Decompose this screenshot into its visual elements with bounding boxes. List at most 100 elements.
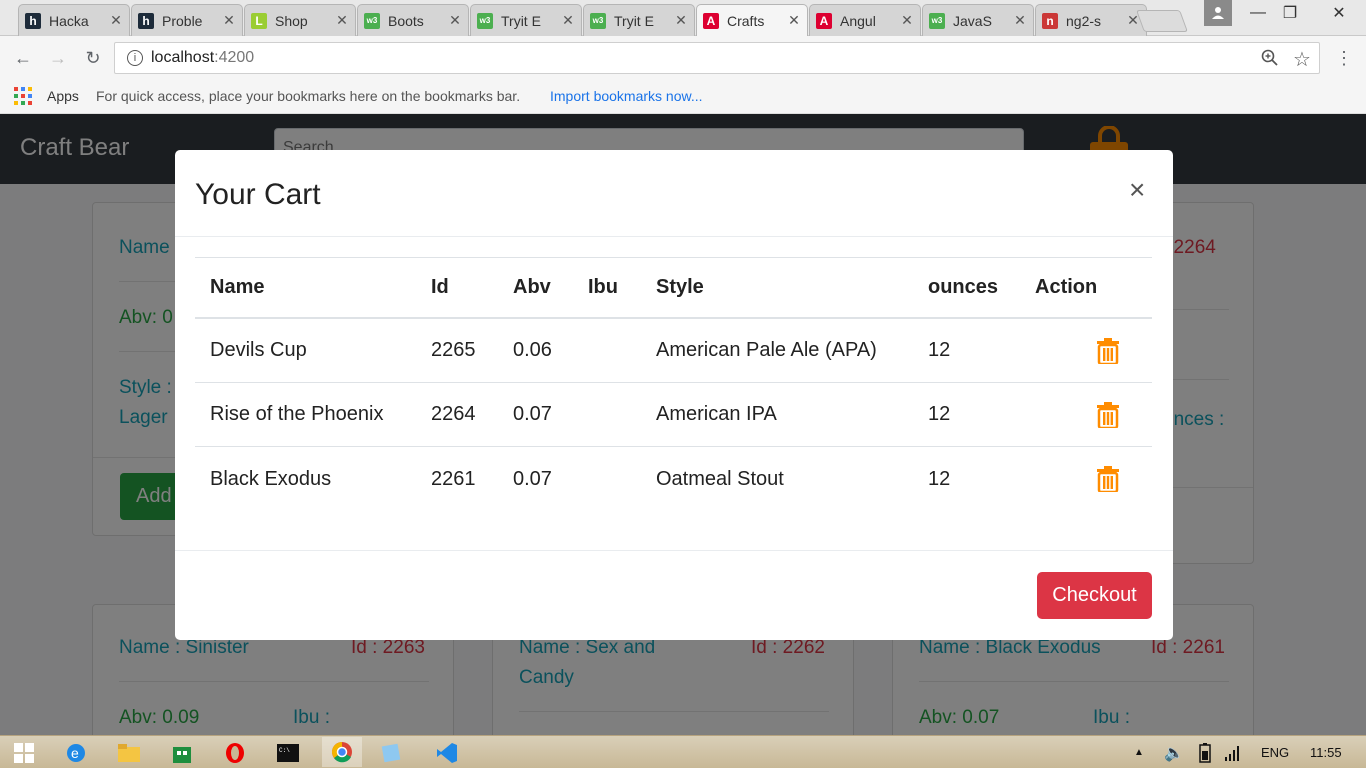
tab-title: Hacka	[49, 12, 89, 29]
import-bookmarks-link[interactable]: Import bookmarks now...	[550, 88, 703, 104]
angular-icon: A	[703, 12, 719, 29]
cart-cell-id: 2261	[431, 467, 476, 490]
file-explorer-icon[interactable]	[115, 739, 143, 767]
opera-icon[interactable]	[221, 739, 249, 767]
browser-tab[interactable]: n ng2-s ✕	[1035, 4, 1147, 36]
back-icon[interactable]: ←	[11, 46, 35, 70]
cart-cell-id: 2264	[431, 403, 476, 425]
modal-title: Your Cart	[195, 178, 321, 211]
cart-cell-style: Oatmeal Stout	[656, 467, 784, 490]
tab-close-icon[interactable]: ✕	[109, 12, 123, 29]
menu-icon[interactable]: ⋮	[1332, 46, 1356, 70]
cart-cell-abv: 0.07	[513, 403, 552, 425]
apps-link[interactable]: Apps	[47, 88, 79, 104]
cart-cell-abv: 0.07	[513, 467, 552, 490]
store-icon[interactable]	[168, 739, 196, 767]
address-bar[interactable]: i localhost:4200 ☆	[114, 42, 1320, 74]
bookmarks-bar: Apps For quick access, place your bookma…	[0, 80, 1366, 114]
notepad-icon[interactable]	[377, 739, 405, 767]
angular-icon: A	[816, 12, 832, 29]
browser-tab[interactable]: A Angul ✕	[809, 4, 921, 36]
checkout-button[interactable]: Checkout	[1037, 572, 1152, 619]
cart-modal: Your Cart × Name Id Abv Ibu Style ounces…	[175, 150, 1173, 640]
apps-grid-icon[interactable]	[14, 87, 32, 108]
col-ibu: Ibu	[588, 276, 618, 298]
zoom-icon[interactable]	[1261, 49, 1279, 72]
cart-cell-ounces: 12	[928, 403, 951, 425]
col-ounces: ounces	[928, 276, 999, 298]
close-window-icon[interactable]: ✕	[1312, 0, 1366, 26]
cart-cell-name: Rise of the Phoenix	[210, 403, 384, 425]
browser-tab[interactable]: h Proble ✕	[131, 4, 243, 36]
tab-title: ng2-s	[1066, 12, 1102, 29]
trash-icon[interactable]	[1093, 319, 1123, 382]
tab-close-icon[interactable]: ✕	[335, 12, 349, 29]
browser-tab[interactable]: w3 JavaS ✕	[922, 4, 1034, 36]
cart-table-header: Name Id Abv Ibu Style ounces Action	[195, 257, 1152, 319]
col-action: Action	[1035, 276, 1098, 298]
hackerrank-icon: h	[25, 12, 41, 29]
profile-icon[interactable]	[1204, 0, 1232, 26]
browser-tab[interactable]: A Crafts ✕	[696, 4, 808, 36]
cart-cell-id: 2265	[431, 339, 476, 361]
tab-close-icon[interactable]: ✕	[222, 12, 236, 29]
address-host: localhost	[151, 49, 215, 66]
cart-cell-name: Black Exodus	[210, 467, 332, 490]
tab-close-icon[interactable]: ✕	[561, 12, 575, 29]
bookmarks-hint: For quick access, place your bookmarks h…	[96, 88, 521, 104]
col-style: Style	[656, 276, 704, 298]
browser-tab[interactable]: w3 Boots ✕	[357, 4, 469, 36]
cart-cell-abv: 0.06	[513, 339, 552, 361]
w3schools-icon: w3	[929, 12, 945, 29]
modal-footer-divider	[175, 550, 1173, 551]
internet-explorer-icon[interactable]: e	[62, 739, 90, 767]
tab-close-icon[interactable]: ✕	[900, 12, 914, 29]
browser-tab[interactable]: w3 Tryit E ✕	[583, 4, 695, 36]
tab-close-icon[interactable]: ✕	[787, 12, 801, 29]
reload-icon[interactable]: ↻	[81, 46, 105, 70]
cart-cell-style: American Pale Ale (APA)	[656, 339, 877, 361]
tab-title: JavaS	[953, 12, 992, 29]
vscode-icon[interactable]	[433, 739, 461, 767]
leaf-icon: L	[251, 12, 267, 29]
col-abv: Abv	[513, 276, 551, 298]
language-indicator[interactable]: ENG	[1261, 745, 1289, 760]
minimize-icon[interactable]: —	[1244, 0, 1272, 26]
browser-tab[interactable]: w3 Tryit E ✕	[470, 4, 582, 36]
w3schools-icon: w3	[477, 12, 493, 29]
trash-icon[interactable]	[1093, 447, 1123, 511]
cart-row: Rise of the Phoenix 2264 0.07 American IPA 1…	[195, 383, 1152, 447]
col-name: Name	[210, 276, 265, 298]
close-icon[interactable]: ×	[1129, 174, 1145, 206]
battery-icon[interactable]	[1196, 739, 1214, 767]
browser-tab[interactable]: L Shop ✕	[244, 4, 356, 36]
network-signal-icon[interactable]	[1222, 739, 1242, 767]
trash-icon[interactable]	[1093, 383, 1123, 446]
cart-row: Devils Cup 2265 0.06 American Pale Ale (APA…	[195, 319, 1152, 383]
chrome-icon[interactable]	[322, 737, 362, 767]
tab-title: Angul	[840, 12, 876, 29]
cart-cell-name: Devils Cup	[210, 339, 307, 361]
tab-close-icon[interactable]: ✕	[1013, 12, 1027, 29]
tray-chevron-icon[interactable]: ▲	[1134, 747, 1144, 758]
modal-header-divider	[175, 236, 1173, 237]
info-icon[interactable]: i	[127, 50, 143, 66]
tab-title: Boots	[388, 12, 424, 29]
cart-cell-ounces: 12	[928, 339, 951, 361]
new-tab-button[interactable]	[1135, 10, 1189, 32]
forward-icon[interactable]: →	[46, 46, 70, 70]
cart-table-body: Devils Cup 2265 0.06 American Pale Ale (APA…	[195, 319, 1152, 511]
os-taskbar: e C:\ ▲ 🔈 ENG 11:55	[0, 735, 1366, 768]
browser-tab[interactable]: h Hacka ✕	[18, 4, 130, 36]
tab-close-icon[interactable]: ✕	[674, 12, 688, 29]
tab-title: Shop	[275, 12, 308, 29]
terminal-icon[interactable]: C:\	[274, 739, 302, 767]
tab-close-icon[interactable]: ✕	[448, 12, 462, 29]
clock[interactable]: 11:55	[1310, 745, 1342, 760]
bookmark-star-icon[interactable]: ☆	[1293, 47, 1311, 72]
volume-icon[interactable]: 🔈	[1164, 743, 1184, 763]
maximize-icon[interactable]: ❐	[1276, 0, 1304, 26]
windows-start-icon[interactable]	[10, 739, 38, 767]
npm-icon: n	[1042, 12, 1058, 29]
cart-table: Name Id Abv Ibu Style ounces Action Devi…	[195, 257, 1152, 511]
